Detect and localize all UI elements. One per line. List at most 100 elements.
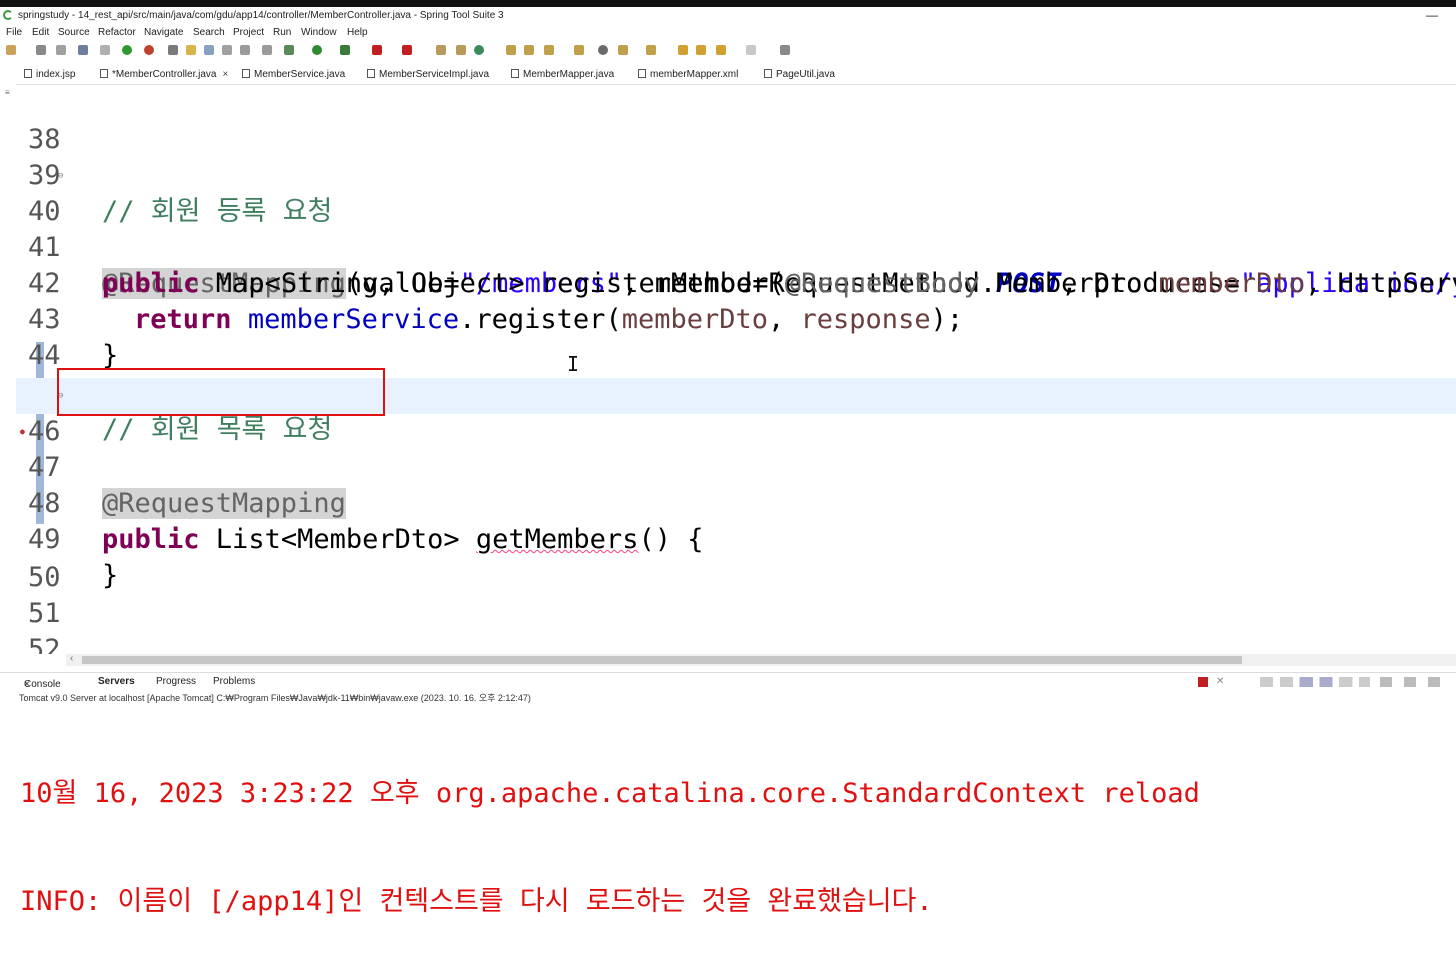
code-line-40: 40 ⊖ @RequestMapping(value="/members", m… xyxy=(16,158,1456,299)
tab-member-service[interactable]: MemberService.java xyxy=(242,67,345,83)
window-title: springstudy - 14_rest_api/src/main/java/… xyxy=(18,10,504,21)
menu-search[interactable]: Search xyxy=(193,27,225,38)
text-cursor-icon: I xyxy=(567,352,580,376)
skip-breakpoints-icon[interactable] xyxy=(100,45,110,55)
mark-occurrences-icon[interactable] xyxy=(186,45,196,55)
spring-tool-suite-icon xyxy=(3,10,13,20)
previous-edit-icon[interactable] xyxy=(646,45,656,55)
console-line: 10월 16, 2023 3:23:22 오후 org.apache.catal… xyxy=(20,778,1200,809)
main-toolbar xyxy=(0,42,1456,60)
tab-label: MemberServiceImpl.java xyxy=(379,69,490,80)
java-interface-icon xyxy=(242,69,250,78)
back-icon[interactable] xyxy=(678,45,688,55)
remove-launch-icon[interactable]: ✕ xyxy=(1216,676,1224,687)
console-tab-bar: Console × Servers Progress Problems ✕ xyxy=(0,672,1456,691)
code-line-42: 42 return memberService.register(memberD… xyxy=(16,230,1456,335)
code-line-41: 41 public Map<String, Object> registerMe… xyxy=(16,194,1456,299)
title-bar: springstudy - 14_rest_api/src/main/java/… xyxy=(0,7,1456,25)
menu-run[interactable]: Run xyxy=(273,27,291,38)
tab-problems[interactable]: Problems xyxy=(213,676,255,687)
jsp-file-icon xyxy=(24,69,32,78)
new-icon[interactable] xyxy=(6,45,16,55)
view-menu-icons[interactable] xyxy=(1380,677,1440,687)
forward-history-icon[interactable] xyxy=(696,45,706,55)
save-all-icon[interactable] xyxy=(56,45,66,55)
show-whitespace-icon[interactable] xyxy=(240,45,250,55)
java-file-icon xyxy=(100,69,108,78)
menu-help[interactable]: Help xyxy=(347,27,368,38)
error-marker-icon[interactable]: ● xyxy=(20,414,25,450)
minimize-button[interactable]: — xyxy=(1426,8,1438,22)
web-browser-icon[interactable] xyxy=(598,45,608,55)
refresh-icon[interactable] xyxy=(144,45,154,55)
block-select-icon[interactable] xyxy=(222,45,232,55)
new-package-icon[interactable] xyxy=(456,45,466,55)
tab-servers[interactable]: Servers xyxy=(98,676,135,687)
menu-file[interactable]: File xyxy=(6,27,22,38)
menu-window[interactable]: Window xyxy=(301,27,337,38)
java-file-icon xyxy=(764,69,772,78)
code-line-47: 47 ● public List<MemberDto> getMembers()… xyxy=(16,414,1456,555)
menu-bar: File Edit Source Refactor Navigate Searc… xyxy=(0,25,1456,41)
ruler-marker-icon: ≡ xyxy=(5,88,10,97)
menu-refactor[interactable]: Refactor xyxy=(98,27,136,38)
tab-member-service-impl[interactable]: MemberServiceImpl.java xyxy=(367,67,489,83)
code-line-53: 53 xyxy=(16,632,1456,654)
tab-label: MemberMapper.java xyxy=(523,69,615,80)
tab-label: MemberService.java xyxy=(254,69,346,80)
java-file-icon xyxy=(367,69,375,78)
back-arrow-icon[interactable] xyxy=(716,45,726,55)
scrollbar-thumb[interactable] xyxy=(82,656,1242,664)
editor-tab-bar: index.jsp *MemberController.java × Member… xyxy=(0,64,1456,85)
next-edit-icon[interactable] xyxy=(618,45,628,55)
tab-page-util[interactable]: PageUtil.java xyxy=(764,67,835,83)
new-java-project-icon[interactable] xyxy=(436,45,446,55)
word-wrap-icon[interactable] xyxy=(204,45,214,55)
code-line-48: 48 xyxy=(16,450,1456,519)
menu-navigate[interactable]: Navigate xyxy=(144,27,183,38)
console-output: 10월 16, 2023 3:23:22 오후 org.apache.catal… xyxy=(20,704,1200,956)
tab-label: PageUtil.java xyxy=(776,69,835,80)
tab-member-controller[interactable]: *MemberController.java × xyxy=(100,67,228,83)
code-line-43: 43 } xyxy=(16,266,1456,371)
tab-member-mapper[interactable]: MemberMapper.java xyxy=(511,67,614,83)
tab-member-mapper-xml[interactable]: memberMapper.xml xyxy=(638,67,738,83)
terminal-icon[interactable] xyxy=(78,45,88,55)
close-icon[interactable]: × xyxy=(223,69,229,80)
spring-boot-icon[interactable] xyxy=(122,45,132,55)
close-icon[interactable]: × xyxy=(24,679,30,690)
scroll-left-icon[interactable]: ‹ xyxy=(70,653,73,664)
tab-index-jsp[interactable]: index.jsp xyxy=(24,67,75,83)
editor-left-ruler: ≡ xyxy=(0,84,16,654)
stop-icon[interactable] xyxy=(372,45,382,55)
console-toolbar-icons[interactable] xyxy=(1260,677,1370,687)
menu-edit[interactable]: Edit xyxy=(32,27,49,38)
highlight-annotation-box xyxy=(57,368,385,416)
menu-project[interactable]: Project xyxy=(233,27,264,38)
pin-icon[interactable] xyxy=(168,45,178,55)
save-icon[interactable] xyxy=(36,45,46,55)
new-class-icon[interactable] xyxy=(474,45,484,55)
code-line-44: 44 xyxy=(16,302,1456,371)
tab-label: *MemberController.java xyxy=(112,69,217,80)
fold-icon[interactable]: ⊖ xyxy=(58,158,63,194)
next-annotation-icon[interactable] xyxy=(262,45,272,55)
terminate-icon[interactable] xyxy=(1198,677,1208,687)
open-task-icon[interactable] xyxy=(524,45,534,55)
tab-label: index.jsp xyxy=(36,69,76,80)
window-top-border xyxy=(0,0,1456,7)
tab-progress[interactable]: Progress xyxy=(156,676,196,687)
external-tools-icon[interactable] xyxy=(402,45,412,55)
run-icon[interactable] xyxy=(312,45,322,55)
perspective-icon[interactable] xyxy=(780,45,790,55)
coverage-icon[interactable] xyxy=(340,45,350,55)
forward-arrow-icon[interactable] xyxy=(746,45,756,55)
code-line-50: 50 xyxy=(16,524,1456,593)
code-line-39: 39 // 회원 등록 요청 xyxy=(16,122,1456,227)
menu-source[interactable]: Source xyxy=(58,27,90,38)
open-type-icon[interactable] xyxy=(506,45,516,55)
open-folder-icon[interactable] xyxy=(574,45,584,55)
horizontal-scrollbar[interactable]: ‹ xyxy=(66,653,1456,666)
search-icon[interactable] xyxy=(544,45,554,55)
debug-icon[interactable] xyxy=(284,45,294,55)
